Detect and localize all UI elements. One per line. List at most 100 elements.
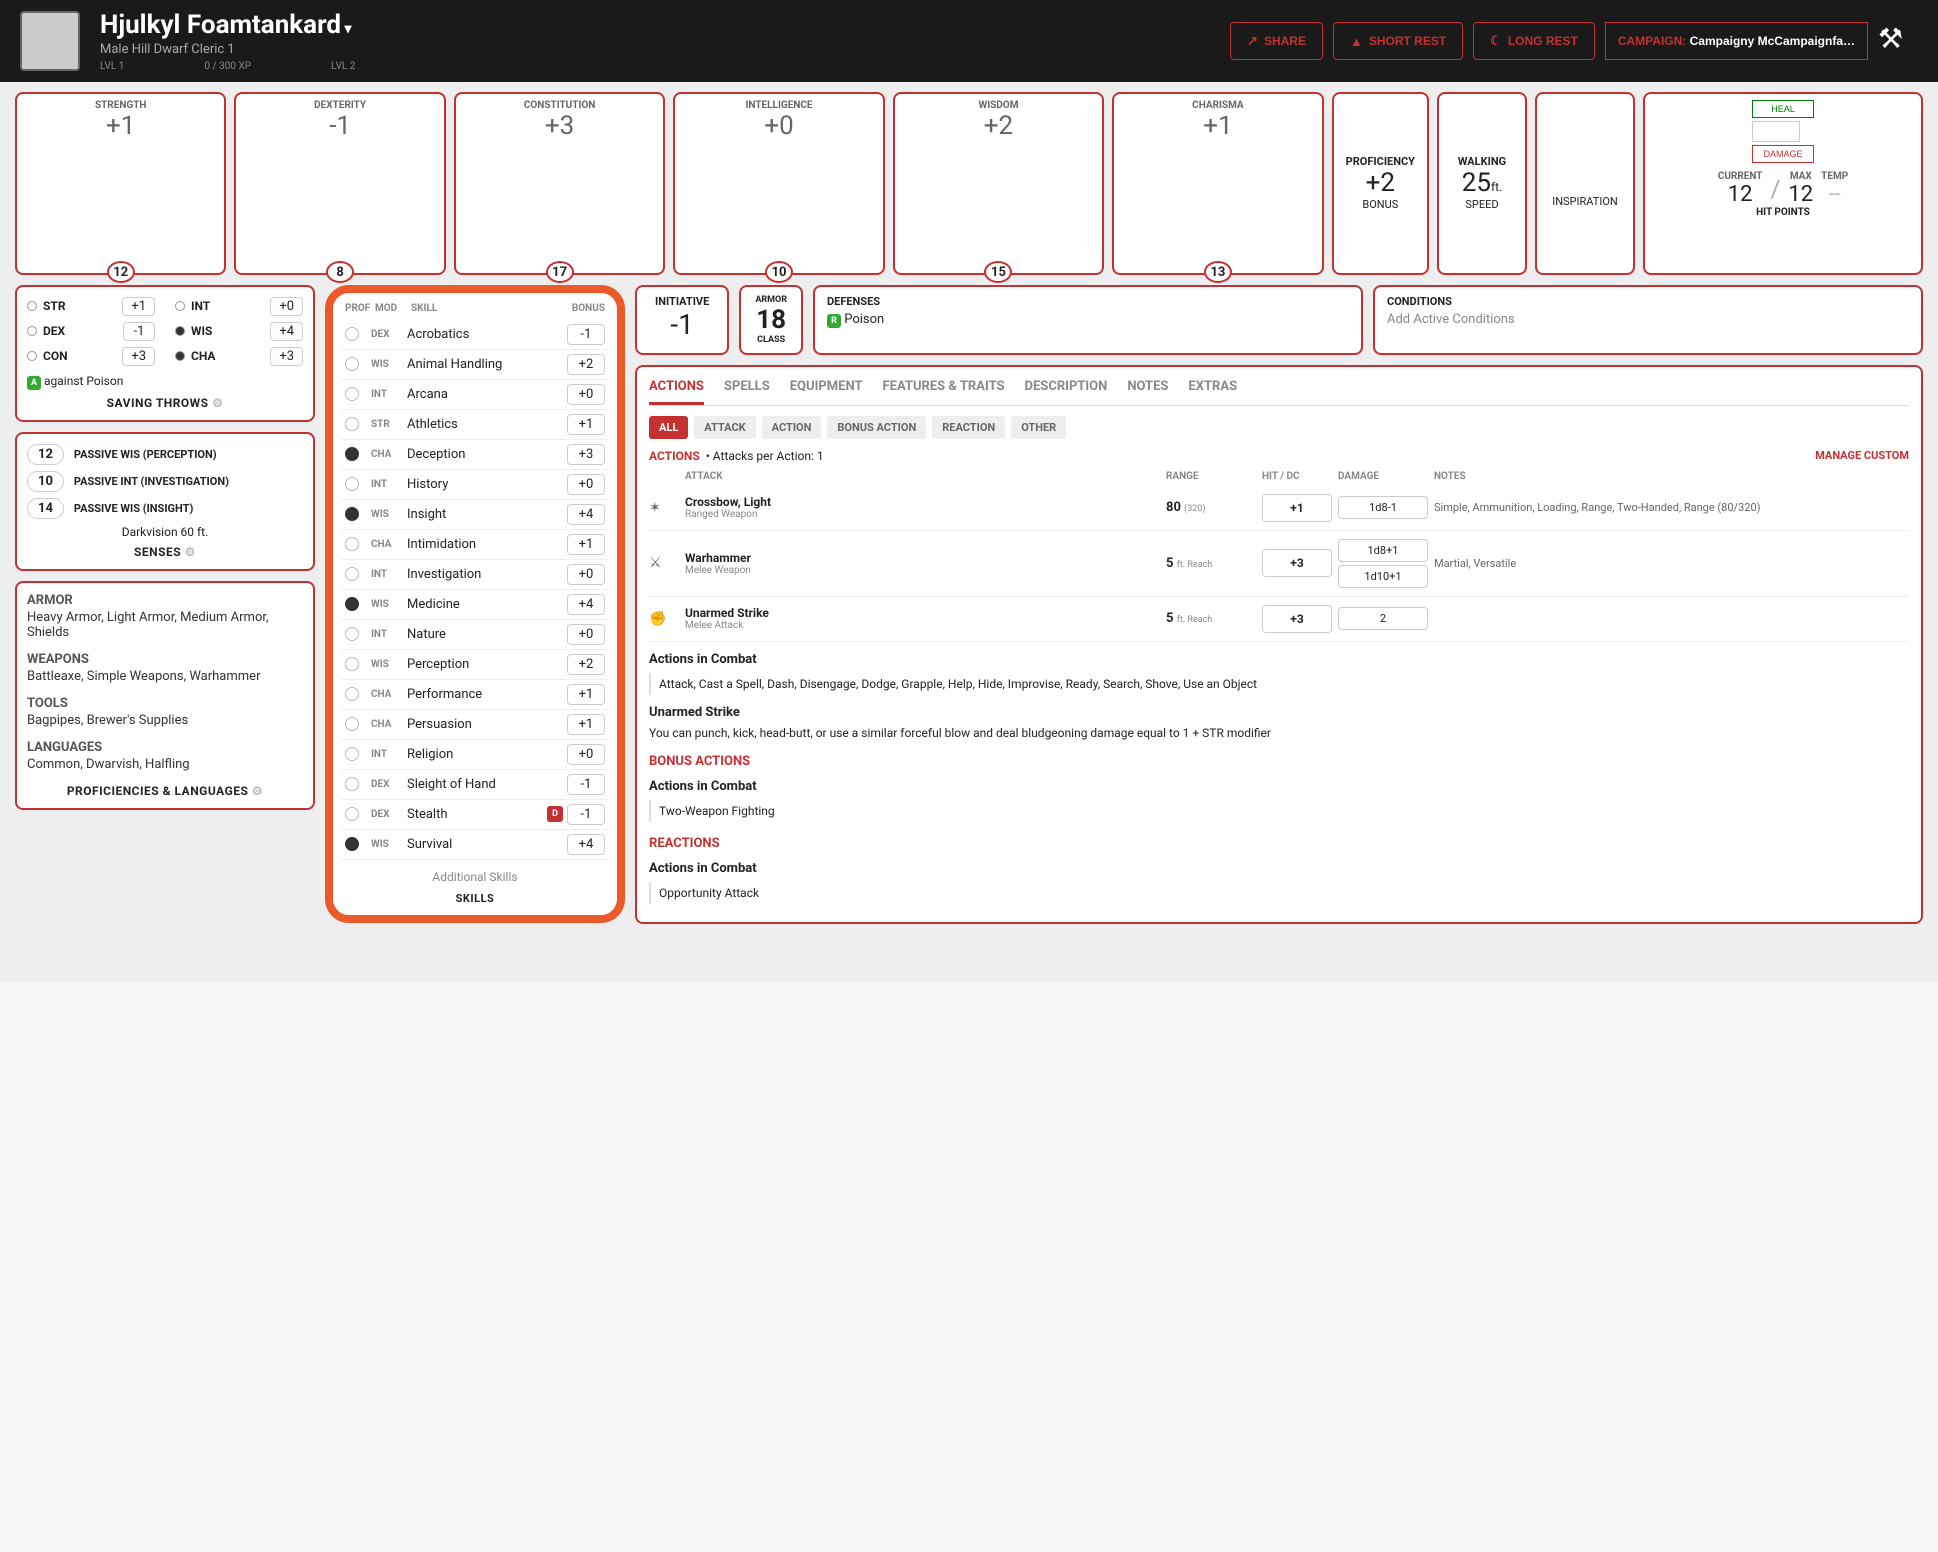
tab-notes[interactable]: NOTES (1127, 379, 1168, 405)
hp-adjust: HEAL DAMAGE (1752, 100, 1813, 163)
filter-reaction[interactable]: REACTION (932, 416, 1005, 439)
skill-ability: DEX (371, 809, 407, 820)
tab-actions[interactable]: ACTIONS (649, 379, 704, 405)
character-name[interactable]: Hjulkyl Foamtankard (100, 10, 355, 40)
attack-hit[interactable]: +3 (1262, 605, 1332, 633)
short-rest-label: SHORT REST (1369, 34, 1446, 48)
long-rest-button[interactable]: ☾LONG REST (1473, 22, 1595, 60)
save-int[interactable]: INT+0 (175, 297, 303, 316)
skill-row-intimidation[interactable]: CHAIntimidation+1 (341, 530, 609, 560)
campaign-button[interactable]: CAMPAIGN: Campaigny McCampaignfa… (1605, 22, 1868, 60)
defenses-box[interactable]: DEFENSES R Poison (813, 285, 1363, 355)
lang-list: Common, Dwarvish, Halfling (27, 757, 303, 772)
hp-box[interactable]: HEAL DAMAGE CURRENT12 / MAX12 TEMP-- HIT… (1643, 92, 1923, 275)
ability-constitution[interactable]: CONSTITUTION+317 (454, 92, 665, 275)
attack-row[interactable]: ⚔WarhammerMelee Weapon5 ft. Reach+31d8+1… (649, 531, 1909, 597)
save-wis[interactable]: WIS+4 (175, 322, 303, 341)
skill-name: Animal Handling (407, 357, 567, 372)
skill-row-sleight-of-hand[interactable]: DEXSleight of Hand-1 (341, 770, 609, 800)
inspiration-box[interactable]: INSPIRATION (1535, 92, 1635, 275)
armor-class-box[interactable]: ARMOR 18 CLASS (739, 285, 803, 355)
attack-range: 5 ft. Reach (1166, 556, 1256, 571)
skill-row-investigation[interactable]: INTInvestigation+0 (341, 560, 609, 590)
tab-equipment[interactable]: EQUIPMENT (790, 379, 863, 405)
skill-row-athletics[interactable]: STRAthletics+1 (341, 410, 609, 440)
tab-spells[interactable]: SPELLS (724, 379, 770, 405)
skill-row-arcana[interactable]: INTArcana+0 (341, 380, 609, 410)
advantage-pill: A (27, 376, 41, 390)
share-label: SHARE (1264, 34, 1306, 48)
ability-dexterity[interactable]: DEXTERITY-18 (234, 92, 445, 275)
anvil-icon[interactable]: ⚒ (1878, 22, 1918, 60)
skill-row-nature[interactable]: INTNature+0 (341, 620, 609, 650)
skill-row-stealth[interactable]: DEXStealthD-1 (341, 800, 609, 830)
skill-bonus: +0 (567, 564, 605, 585)
attack-row[interactable]: ✊Unarmed StrikeMelee Attack5 ft. Reach+3… (649, 597, 1909, 642)
short-rest-button[interactable]: ▲SHORT REST (1333, 22, 1463, 60)
senses-title: SENSES ⚙ (27, 545, 303, 559)
skill-row-animal-handling[interactable]: WISAnimal Handling+2 (341, 350, 609, 380)
save-dex[interactable]: DEX-1 (27, 322, 155, 341)
ability-wisdom[interactable]: WISDOM+215 (893, 92, 1104, 275)
skill-row-religion[interactable]: INTReligion+0 (341, 740, 609, 770)
skill-row-perception[interactable]: WISPerception+2 (341, 650, 609, 680)
ability-charisma[interactable]: CHARISMA+113 (1112, 92, 1323, 275)
skill-name: Athletics (407, 417, 567, 432)
save-name: WIS (191, 324, 264, 338)
damage-value[interactable]: 1d10+1 (1338, 565, 1428, 588)
skill-ability: INT (371, 479, 407, 490)
damage-value[interactable]: 1d8+1 (1338, 539, 1428, 562)
hp-input[interactable] (1752, 121, 1800, 142)
filter-other[interactable]: OTHER (1011, 416, 1066, 439)
disadvantage-icon: D (547, 806, 563, 822)
skill-row-history[interactable]: INTHistory+0 (341, 470, 609, 500)
ability-score: 12 (107, 261, 135, 283)
skill-ability: INT (371, 389, 407, 400)
gear-icon[interactable]: ⚙ (185, 545, 196, 559)
initiative-box[interactable]: INITIATIVE -1 (635, 285, 729, 355)
ability-intelligence[interactable]: INTELLIGENCE+010 (673, 92, 884, 275)
skill-row-survival[interactable]: WISSurvival+4 (341, 830, 609, 860)
prof-pip (345, 717, 359, 731)
prof-pip (345, 567, 359, 581)
skill-row-deception[interactable]: CHADeception+3 (341, 440, 609, 470)
gear-icon[interactable]: ⚙ (212, 396, 223, 410)
filter-action[interactable]: ACTION (762, 416, 822, 439)
skill-row-persuasion[interactable]: CHAPersuasion+1 (341, 710, 609, 740)
save-str[interactable]: STR+1 (27, 297, 155, 316)
skill-bonus: +1 (567, 714, 605, 735)
attack-hit[interactable]: +1 (1262, 494, 1332, 522)
tab-description[interactable]: DESCRIPTION (1025, 379, 1108, 405)
filter-bonus-action[interactable]: BONUS ACTION (827, 416, 926, 439)
col-range: RANGE (1166, 471, 1256, 482)
attack-hit[interactable]: +3 (1262, 549, 1332, 577)
tab-featurestraits[interactable]: FEATURES & TRAITS (883, 379, 1005, 405)
damage-button[interactable]: DAMAGE (1752, 145, 1813, 163)
damage-value[interactable]: 2 (1338, 607, 1428, 630)
conditions-box[interactable]: CONDITIONS Add Active Conditions (1373, 285, 1923, 355)
share-button[interactable]: ↗SHARE (1230, 22, 1323, 60)
profs-title: PROFICIENCIES & LANGUAGES ⚙ (27, 784, 303, 798)
attack-row[interactable]: ✶Crossbow, LightRanged Weapon80 (320)+11… (649, 486, 1909, 531)
skill-row-performance[interactable]: CHAPerformance+1 (341, 680, 609, 710)
save-cha[interactable]: CHA+3 (175, 347, 303, 366)
skill-row-insight[interactable]: WISInsight+4 (341, 500, 609, 530)
skill-row-medicine[interactable]: WISMedicine+4 (341, 590, 609, 620)
speed-box[interactable]: WALKING 25ft. SPEED (1437, 92, 1527, 275)
proficiency-box[interactable]: PROFICIENCY +2 BONUS (1332, 92, 1429, 275)
ability-strength[interactable]: STRENGTH+112 (15, 92, 226, 275)
manage-custom[interactable]: MANAGE CUSTOM (1815, 449, 1909, 462)
character-avatar[interactable] (20, 11, 80, 71)
filter-all[interactable]: ALL (649, 416, 688, 439)
skill-name: Survival (407, 837, 567, 852)
tab-extras[interactable]: EXTRAS (1188, 379, 1237, 405)
heal-button[interactable]: HEAL (1752, 100, 1813, 118)
additional-skills[interactable]: Additional Skills (341, 860, 609, 888)
filter-attack[interactable]: ATTACK (694, 416, 755, 439)
damage-value[interactable]: 1d8-1 (1338, 496, 1428, 519)
ability-mod: +1 (21, 111, 220, 141)
skill-name: Performance (407, 687, 567, 702)
gear-icon[interactable]: ⚙ (252, 784, 263, 798)
save-con[interactable]: CON+3 (27, 347, 155, 366)
skill-row-acrobatics[interactable]: DEXAcrobatics-1 (341, 320, 609, 350)
